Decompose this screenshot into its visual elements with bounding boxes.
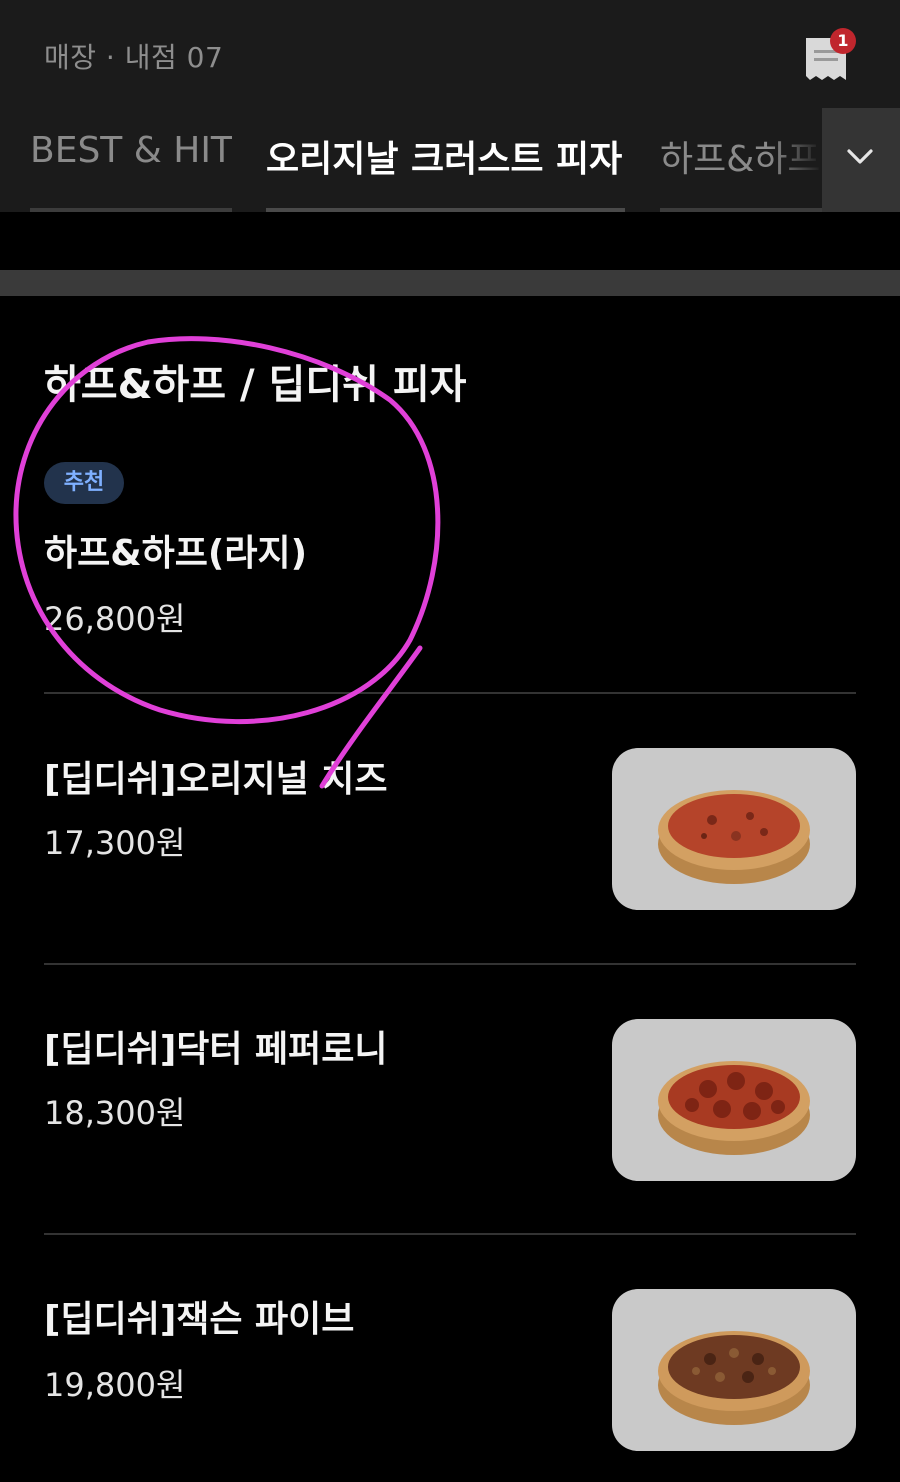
featured-item-name: 하프&하프(라지) xyxy=(44,533,308,574)
row-divider xyxy=(44,1233,856,1235)
category-tabs: BEST & HIT 오리지날 크러스트 피자 하프&하프 xyxy=(0,108,822,212)
annotation-circle xyxy=(13,336,441,789)
item-price: 18,300원 xyxy=(44,1094,186,1132)
tab-fade xyxy=(770,108,822,208)
recommend-badge: 추천 xyxy=(44,462,124,504)
chevron-down-icon xyxy=(847,149,873,164)
row-divider xyxy=(44,963,856,965)
order-list-button[interactable]: 1 xyxy=(800,28,856,86)
store-label: 매장 · 내점 07 xyxy=(44,41,224,74)
item-name: [딥디쉬]잭슨 파이브 xyxy=(44,1299,355,1340)
cart-count-badge: 1 xyxy=(830,28,856,54)
item-thumbnail xyxy=(612,748,856,910)
item-name: [딥디쉬]오리지널 치즈 xyxy=(44,759,388,800)
deep-dish-pizza-icon xyxy=(658,790,810,884)
section-title: 하프&하프 / 딥디쉬 피자 xyxy=(44,362,467,408)
row-divider xyxy=(44,692,856,694)
item-price: 19,800원 xyxy=(44,1366,186,1404)
item-price: 17,300원 xyxy=(44,824,186,862)
item-name: [딥디쉬]닥터 페퍼로니 xyxy=(44,1029,388,1070)
featured-item-price: 26,800원 xyxy=(44,600,186,638)
deep-dish-pizza-icon xyxy=(658,1331,810,1425)
tab-best-hit[interactable]: BEST & HIT xyxy=(30,130,232,212)
more-categories-button[interactable] xyxy=(822,108,900,212)
tab-original-crust[interactable]: 오리지날 크러스트 피자 xyxy=(266,130,625,212)
item-thumbnail xyxy=(612,1289,856,1451)
deep-dish-pizza-icon xyxy=(658,1061,810,1155)
section-divider xyxy=(0,270,900,296)
item-thumbnail xyxy=(612,1019,856,1181)
